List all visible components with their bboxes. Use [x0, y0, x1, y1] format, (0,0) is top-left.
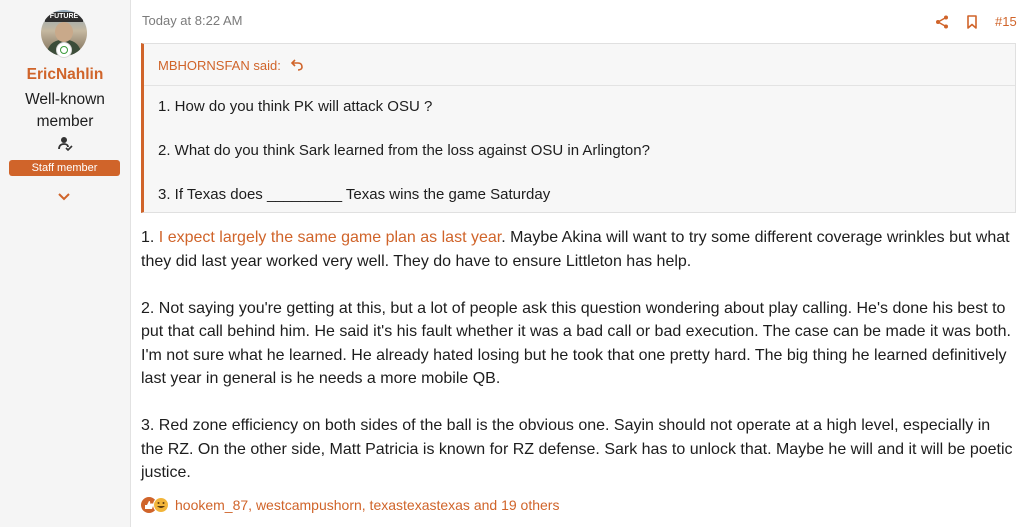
post-paragraph-1-prefix: 1. — [141, 229, 159, 246]
user-title: Well-known member — [0, 89, 130, 133]
staff-member-badge: Staff member — [9, 160, 120, 176]
username-link[interactable]: EricNahlin — [0, 66, 130, 84]
post-date-link[interactable]: Today at 8:22 AM — [142, 13, 242, 28]
post-paragraph-1: 1. I expect largely the same game plan a… — [141, 226, 1016, 273]
chevron-down-icon[interactable] — [57, 192, 71, 202]
post-body: 1. I expect largely the same game plan a… — [141, 226, 1016, 508]
laugh-reaction-icon — [153, 497, 169, 513]
quote-line: 1. How do you think PK will attack OSU ? — [158, 98, 433, 115]
post-paragraph-3: 3. Red zone efficiency on both sides of … — [141, 417, 1013, 481]
highlighted-link-text[interactable]: I expect largely the same game plan as l… — [159, 229, 501, 246]
bookmark-icon[interactable] — [965, 15, 979, 29]
avatar-cap-text: FUTURE — [45, 12, 83, 22]
online-status-icon — [56, 42, 72, 58]
quote-block: MBHORNSFAN said: 1. How do you think PK … — [141, 43, 1016, 213]
quote-divider — [144, 85, 1015, 86]
post-number-link[interactable]: #15 — [995, 14, 1017, 29]
avatar-figure-face — [55, 22, 73, 42]
user-title-line2: member — [36, 113, 94, 130]
quote-line: 3. If Texas does _________ Texas wins th… — [158, 186, 551, 203]
quote-jump-icon[interactable] — [290, 58, 304, 72]
reactions-list-link[interactable]: hookem_87, westcampushorn, texastexastex… — [175, 497, 559, 513]
user-check-icon — [58, 137, 73, 151]
post-paragraph-2: 2. Not saying you're getting at this, bu… — [141, 299, 1011, 388]
quote-author-link[interactable]: MBHORNSFAN said: — [158, 58, 281, 73]
quote-line: 2. What do you think Sark learned from t… — [158, 142, 650, 159]
user-sidebar: FUTURE EricNahlin Well-known member Staf… — [0, 0, 131, 527]
share-icon[interactable] — [935, 15, 949, 29]
user-title-line1: Well-known — [25, 91, 105, 108]
reactions-bar[interactable]: hookem_87, westcampushorn, texastexastex… — [141, 495, 559, 515]
